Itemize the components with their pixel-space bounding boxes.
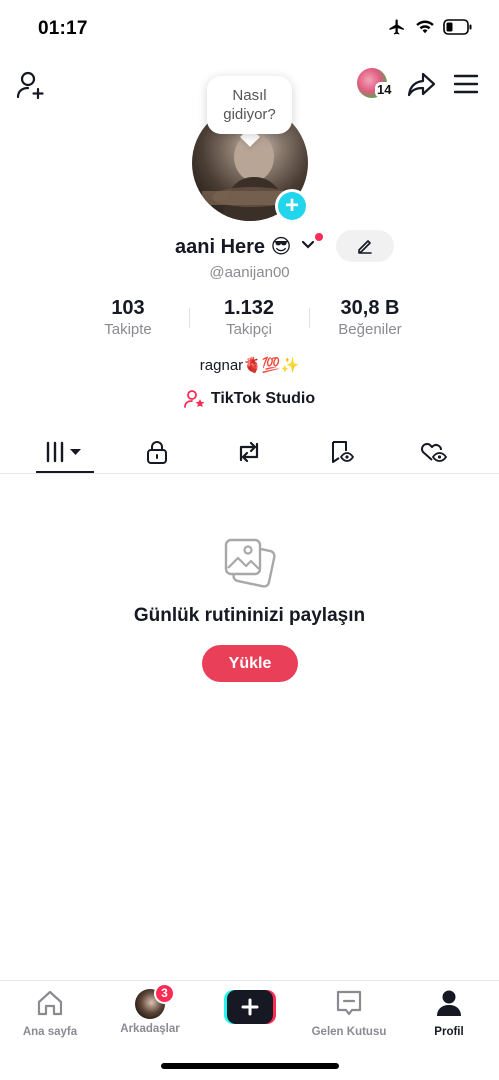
add-friend-button[interactable] [16,70,50,100]
tab-liked[interactable] [404,430,464,474]
chevron-down-icon[interactable] [300,238,316,252]
username: @aanijan00 [209,264,290,281]
status-time: 01:17 [38,18,88,39]
grid-videos-icon [46,441,81,463]
home-icon [37,990,63,1016]
stat-likes[interactable]: 30,8 B Beğeniler [305,296,435,340]
repost-icon [239,441,259,463]
stat-label: Takipçi [226,321,272,338]
pencil-icon [358,240,372,254]
wifi-icon [416,20,434,34]
home-indicator [161,1063,339,1069]
nav-profile[interactable]: Profil [404,989,494,1038]
display-name[interactable]: aani Here 😎 [175,234,291,259]
stat-label: Beğeniler [338,321,402,338]
lock-icon [147,441,167,464]
nav-friends[interactable]: 3 Arkadaşlar [105,983,195,1035]
tiktok-studio-link[interactable]: TikTok Studio [0,388,499,410]
notification-avatar[interactable]: 14 [357,68,394,100]
nav-home[interactable]: Ana sayfa [5,989,95,1038]
battery-icon [443,19,472,35]
airplane-icon [389,19,404,35]
photos-icon [222,536,278,590]
stat-value: 1.132 [223,297,275,319]
studio-label: TikTok Studio [210,390,316,407]
tooltip-line1: Nasıl [232,87,267,104]
profile-icon [437,990,461,1016]
inbox-icon [336,990,362,1016]
tooltip-line2: gidiyor? [223,106,276,123]
tab-reposts[interactable] [219,430,279,474]
notification-count: 14 [375,82,394,98]
nav-inbox[interactable]: Gelen Kutusu [304,989,394,1038]
nav-label: Arkadaşlar [120,1023,180,1035]
nav-label: Profil [434,1026,464,1038]
create-button[interactable] [224,990,276,1024]
status-tooltip[interactable]: Nasıl gidiyor? [207,76,292,134]
studio-person-star-icon [183,390,205,408]
friends-badge: 3 [154,983,175,1004]
stat-followers[interactable]: 1.132 Takipçi [184,296,314,340]
share-icon[interactable] [407,70,437,98]
account-switch-dot [315,233,323,241]
plus-icon: + [278,192,306,220]
add-story-button[interactable]: + [275,189,309,223]
bookmark-eye-icon [332,441,355,463]
profile-tabs [0,430,499,474]
stat-following[interactable]: 103 Takipte [63,296,193,340]
nav-label: Ana sayfa [22,1026,78,1038]
status-icons [387,18,473,36]
stat-label: Takipte [104,321,152,338]
tab-videos[interactable] [35,430,95,474]
menu-icon[interactable] [453,73,479,95]
tab-favorites[interactable] [312,430,372,474]
stat-value: 30,8 B [340,297,400,319]
stat-value: 103 [111,297,145,319]
plus-icon [224,990,276,1024]
empty-state-title: Günlük rutininizi paylaşın [133,605,366,626]
add-person-icon [16,71,44,100]
nav-label: Gelen Kutusu [311,1026,387,1038]
bio: ragnar🫀💯✨ [199,357,300,374]
tab-private[interactable] [127,430,187,474]
tab-selected-indicator [36,471,94,473]
edit-profile-button[interactable] [336,230,394,262]
liked-eye-icon [421,443,448,462]
upload-button[interactable]: Yükle [202,645,298,682]
